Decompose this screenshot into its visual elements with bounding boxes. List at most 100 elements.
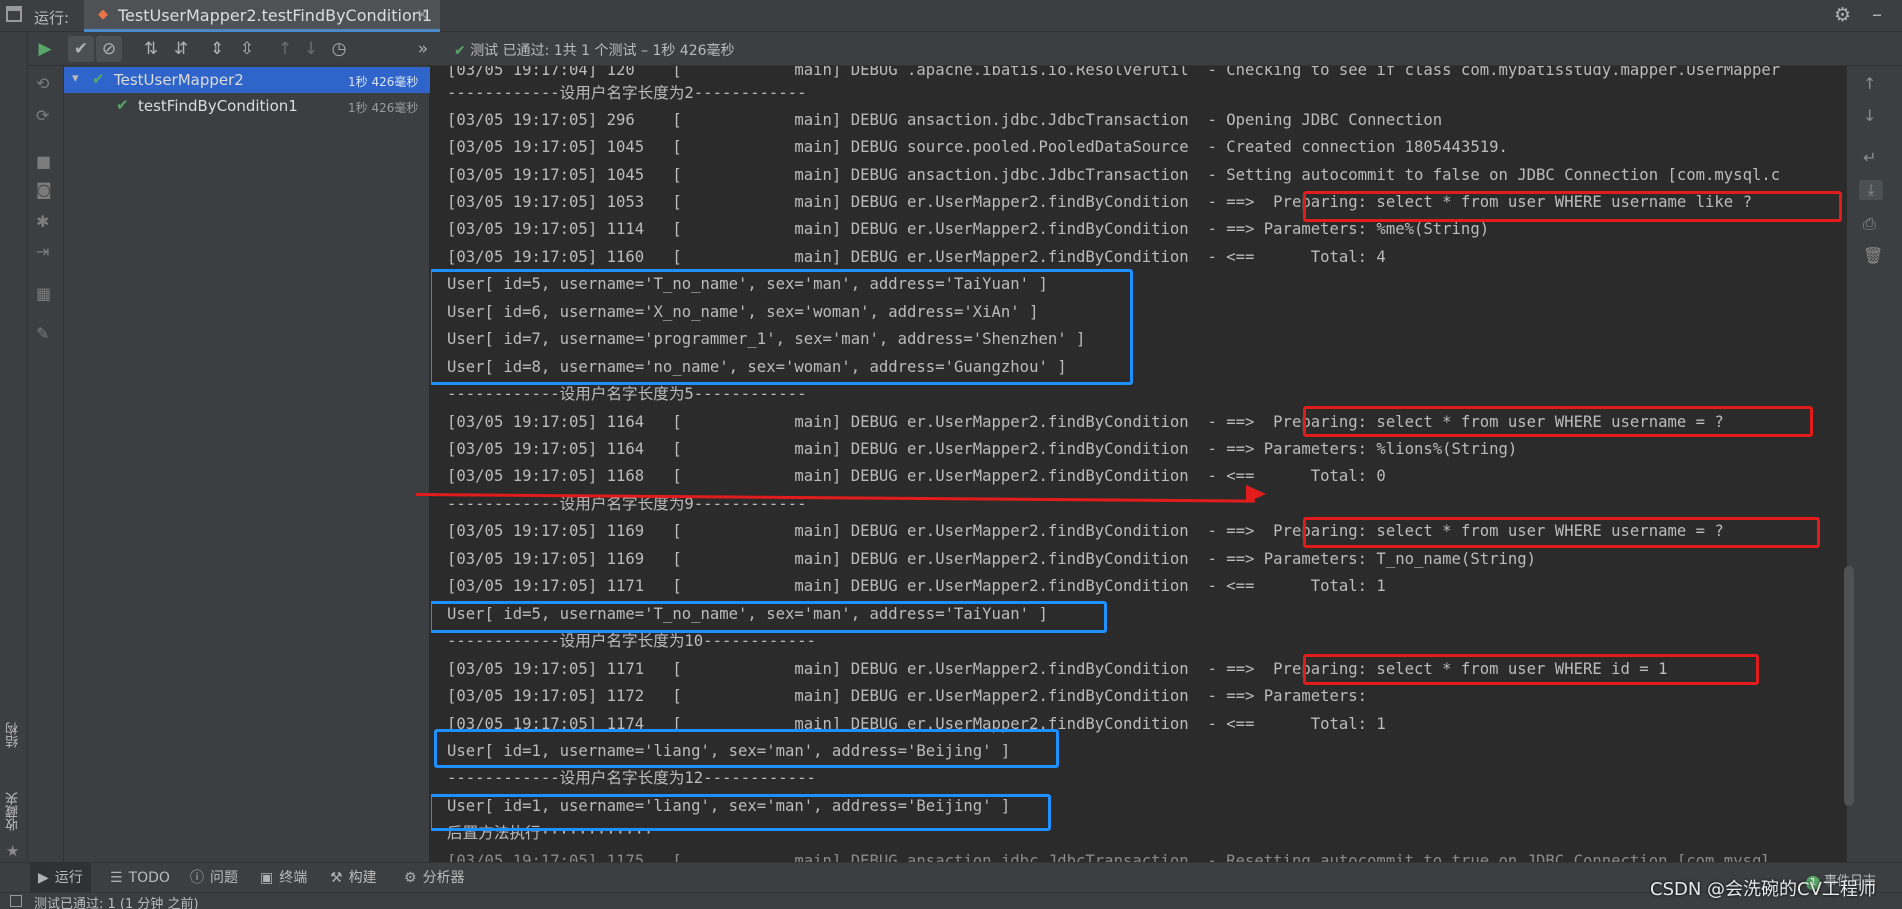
test-config-icon: ◆ [98, 7, 108, 22]
console-line: [03/05 19:17:05] 1169 [ main] DEBUG er.U… [447, 550, 1537, 568]
prev-failed-icon[interactable]: ↑ [272, 36, 298, 62]
console-line: User[ id=5, username='T_no_name', sex='m… [447, 605, 1048, 623]
console-line: [03/05 19:17:05] 1168 [ main] DEBUG er.U… [447, 467, 1386, 485]
tab-label: 构建 [348, 870, 377, 886]
tree-item-time: 1秒 426毫秒 [348, 101, 419, 115]
tab-label: 运行 [54, 870, 83, 886]
tree-item-class[interactable]: ▾ ✔ TestUserMapper2 1秒 426毫秒 [64, 67, 430, 93]
list-icon: ☰ [110, 870, 123, 886]
tree-item-time: 1秒 426毫秒 [348, 75, 419, 89]
status-count: 1 [553, 43, 563, 59]
tab-todo[interactable]: ☰ TODO [102, 863, 178, 893]
run-tab-bar: 运行: ◆ TestUserMapper2.testFindByConditio… [0, 0, 1902, 32]
run-toolbar: ▶ ✔ ⊘ ⇅ ⇵ ⇕ ⇳ ↑ ↓ ◷ » ✔ 测试 已通过: 1共 1 个测试… [28, 32, 1902, 66]
problems-icon: ⓘ [190, 870, 204, 886]
console-scrollbar[interactable] [1844, 566, 1854, 806]
show-ignored-icon[interactable]: ⊘ [96, 36, 122, 62]
next-failed-icon[interactable]: ↓ [298, 36, 324, 62]
console-line: ------------设用户名字长度为10------------ [447, 632, 816, 650]
console-line: ------------设用户名字长度为12------------ [447, 769, 816, 787]
tab-label: TODO [128, 870, 170, 886]
console-line: User[ id=7, username='programmer_1', sex… [447, 330, 1086, 348]
status-rest: 共 1 个测试 – 1秒 426毫秒 [562, 43, 735, 59]
console-line: [03/05 19:17:05] 1045 [ main] DEBUG ansa… [447, 166, 1781, 184]
gear-icon[interactable]: ⚙ [1834, 4, 1851, 26]
window-icon[interactable] [6, 6, 22, 22]
console-line: [03/05 19:17:05] 1114 [ main] DEBUG er.U… [447, 220, 1490, 238]
trash-icon[interactable]: 🗑 [1863, 246, 1883, 265]
tree-item-label: TestUserMapper2 [114, 71, 244, 89]
sort-alpha-icon[interactable]: ⇅ [138, 36, 164, 62]
chevron-down-icon[interactable]: ▾ [72, 71, 79, 86]
run-label: 运行: [34, 9, 70, 27]
tab-label: 问题 [210, 870, 238, 886]
collapse-all-icon[interactable]: ⇳ [234, 36, 260, 62]
profiler-icon: ⚙ [404, 870, 417, 886]
console-line: [03/05 19:17:05] 1169 [ main] DEBUG er.U… [447, 522, 1724, 540]
console-line: User[ id=5, username='T_no_name', sex='m… [447, 275, 1048, 293]
console-line: [03/05 19:17:05] 1171 [ main] DEBUG er.U… [447, 660, 1668, 678]
run-config-tab[interactable]: ◆ TestUserMapper2.testFindByCondition1 × [84, 0, 440, 32]
rerun-icon[interactable]: ▶ [32, 36, 58, 62]
minimize-icon[interactable]: – [1872, 2, 1882, 26]
console-line: ------------设用户名字长度为5------------ [447, 385, 807, 403]
soft-wrap-icon[interactable]: ↵ [1863, 148, 1876, 167]
status-window-icon[interactable] [10, 895, 22, 907]
camera-icon[interactable]: ◙ [36, 180, 52, 199]
history-icon[interactable]: ◷ [326, 36, 352, 62]
bug-icon[interactable]: ✱ [36, 212, 49, 231]
tab-profiler[interactable]: ⚙ 分析器 [396, 863, 473, 893]
run-icon: ▶ [38, 870, 49, 886]
layout-icon[interactable]: ▦ [36, 284, 51, 303]
stop-icon[interactable]: ■ [36, 152, 51, 171]
terminal-icon: ▣ [260, 870, 274, 886]
console-output[interactable]: [03/05 19:17:04] 120 [ main] DEBUG .apac… [431, 66, 1847, 862]
annotation-arrow-head [1246, 485, 1266, 503]
expand-all-icon[interactable]: ⇕ [204, 36, 230, 62]
annotation-arrow-tail [416, 493, 434, 496]
tab-run[interactable]: ▶ 运行 [30, 863, 91, 893]
console-line: [03/05 19:17:05] 1045 [ main] DEBUG sour… [447, 138, 1508, 156]
console-line: [03/05 19:17:05] 1053 [ main] DEBUG er.U… [447, 193, 1752, 211]
scroll-down-icon[interactable]: ↓ [1863, 106, 1876, 125]
close-icon[interactable]: × [416, 5, 429, 23]
console-line: User[ id=8, username='no_name', sex='wom… [447, 358, 1067, 376]
tab-label: 终端 [279, 870, 308, 886]
toggle-auto-test-icon[interactable]: ⟳ [36, 106, 49, 125]
status-prefix: 测试 已通过: [470, 43, 550, 59]
print-icon[interactable]: ⎙ [1863, 214, 1876, 234]
tab-label: 分析器 [422, 870, 465, 886]
console-line: [03/05 19:17:05] 1160 [ main] DEBUG er.U… [447, 248, 1386, 266]
pin-icon[interactable]: ✎ [36, 324, 49, 343]
tab-terminal[interactable]: ▣ 终端 [252, 863, 315, 893]
rerun-failed-icon[interactable]: ⟲ [36, 74, 49, 93]
console-line: User[ id=1, username='liang', sex='man',… [447, 742, 1011, 760]
scroll-to-end-icon[interactable]: ⤓ [1859, 180, 1883, 200]
bottom-tool-tabs: ▶ 运行 ☰ TODO ⓘ 问题 ▣ 终端 ⚒ 构建 ⚙ 分析器 1 事件日志 [0, 862, 1902, 893]
star-icon[interactable]: ★ [6, 842, 19, 860]
status-bar: 测试已通过: 1 (1 分钟 之前) [0, 892, 1902, 909]
scroll-up-icon[interactable]: ↑ [1863, 74, 1876, 93]
pass-check-icon: ✔ [92, 70, 105, 88]
console-side-toolbar: ↑ ↓ ↵ ⤓ ⎙ 🗑 [1847, 66, 1902, 862]
show-passed-icon[interactable]: ✔ [68, 36, 94, 62]
export-icon[interactable]: ⇥ [36, 242, 49, 261]
tab-title: TestUserMapper2.testFindByCondition1 [118, 6, 433, 25]
status-text: 测试已通过: 1 (1 分钟 之前) [34, 897, 199, 909]
tree-item-label: testFindByCondition1 [138, 97, 298, 115]
tab-problems[interactable]: ⓘ 问题 [182, 863, 246, 893]
structure-tool-label[interactable]: 结构 [4, 722, 23, 748]
test-status: ✔ 测试 已通过: 1共 1 个测试 – 1秒 426毫秒 [454, 40, 735, 60]
watermark: CSDN @会洗碗的CV工程师 [1650, 879, 1876, 900]
favorites-tool-label[interactable]: 收藏夹 [4, 792, 23, 831]
console-line: [03/05 19:17:05] 1174 [ main] DEBUG er.U… [447, 715, 1386, 733]
more-icon[interactable]: » [410, 36, 436, 62]
tab-build[interactable]: ⚒ 构建 [322, 863, 385, 893]
pass-check-icon: ✔ [454, 43, 466, 59]
console-line: ------------设用户名字长度为2------------ [447, 84, 807, 102]
console-line: 后置方法执行············ [447, 824, 654, 842]
console-line: [03/05 19:17:05] 1164 [ main] DEBUG er.U… [447, 440, 1518, 458]
sort-duration-icon[interactable]: ⇵ [168, 36, 194, 62]
console-line: [03/05 19:17:05] 1171 [ main] DEBUG er.U… [447, 577, 1386, 595]
tree-item-method[interactable]: ✔ testFindByCondition1 1秒 426毫秒 [64, 93, 430, 119]
